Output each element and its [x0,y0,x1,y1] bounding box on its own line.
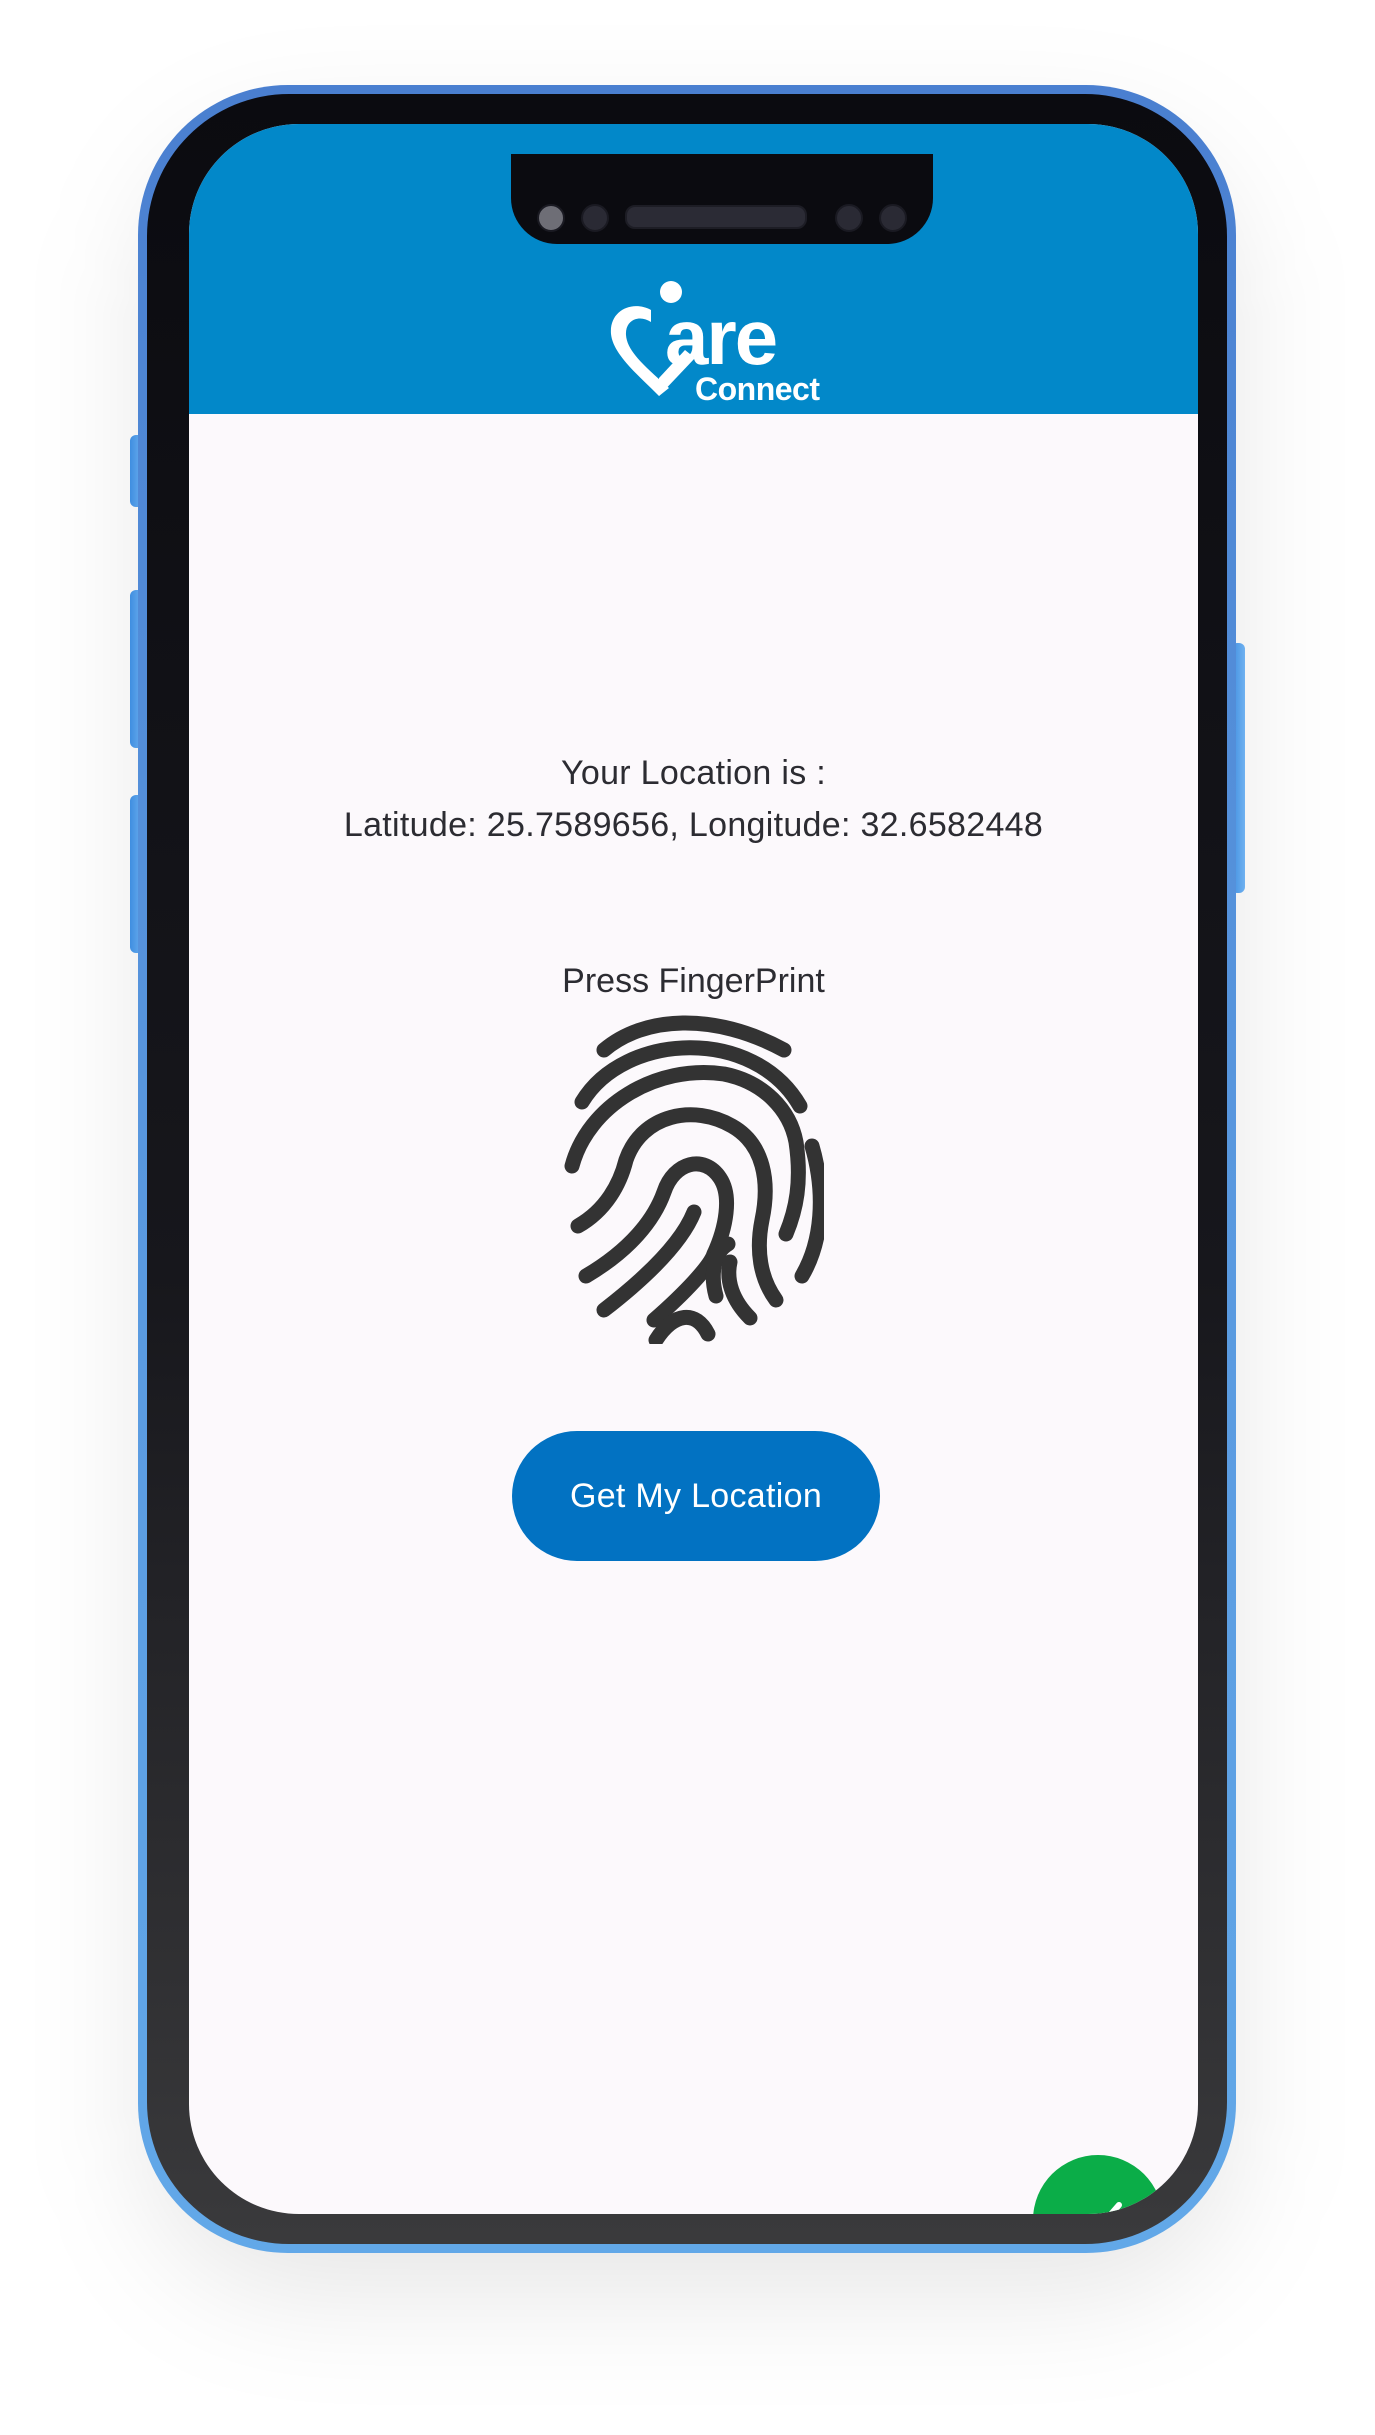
svg-text:are: are [665,293,776,381]
fingerprint-label: Press FingerPrint [562,962,825,1000]
phone-frame: are Connect Your Location is : Latitude:… [138,85,1236,2253]
app-screen: are Connect Your Location is : Latitude:… [189,124,1198,2214]
location-coordinates: Latitude: 25.7589656, Longitude: 32.6582… [343,806,1044,844]
sensor-icon [581,204,609,232]
sensor-icon [879,204,907,232]
location-title: Your Location is : [561,754,826,792]
check-icon [1107,2202,1122,2214]
fingerprint-icon[interactable] [564,1014,824,1344]
get-my-location-button[interactable]: Get My Location [512,1431,880,1561]
main-content: Your Location is : Latitude: 25.7589656,… [189,414,1198,2214]
sensor-icon [835,204,863,232]
care-connect-logo: are Connect [610,281,821,407]
svg-text:Connect: Connect [695,371,820,407]
confirm-button[interactable] [1033,2155,1163,2214]
earpiece-speaker [625,205,807,229]
device-mockup: are Connect Your Location is : Latitude:… [0,0,1375,2435]
notch [511,154,933,244]
front-camera-icon [537,204,565,232]
phone-bezel: are Connect Your Location is : Latitude:… [147,94,1227,2244]
app-header: are Connect [189,124,1198,414]
